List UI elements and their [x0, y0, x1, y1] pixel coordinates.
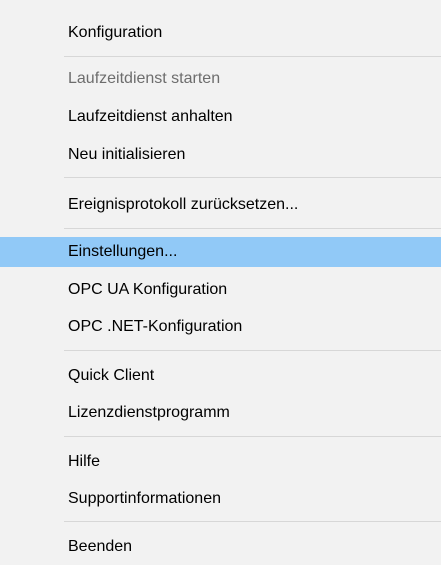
menu-item-neu-initialisieren[interactable]: Neu initialisieren	[0, 140, 441, 170]
menu-separator	[64, 228, 441, 229]
menu-item-einstellungen[interactable]: Einstellungen...	[0, 237, 441, 267]
menu-item-opc-ua-konfiguration[interactable]: OPC UA Konfiguration	[0, 275, 441, 305]
menu-separator	[64, 350, 441, 351]
menu-item-opc-net-konfiguration[interactable]: OPC .NET-Konfiguration	[0, 312, 441, 342]
menu-item-beenden[interactable]: Beenden	[0, 532, 441, 562]
context-menu: Konfiguration Laufzeitdienst starten Lau…	[0, 0, 441, 565]
menu-separator	[64, 56, 441, 57]
menu-separator	[64, 177, 441, 178]
menu-item-supportinformationen[interactable]: Supportinformationen	[0, 484, 441, 514]
menu-item-hilfe[interactable]: Hilfe	[0, 447, 441, 477]
menu-item-quick-client[interactable]: Quick Client	[0, 361, 441, 391]
menu-item-ereignisprotokoll-zuruecksetzen[interactable]: Ereignisprotokoll zurücksetzen...	[0, 190, 441, 220]
menu-item-laufzeitdienst-anhalten[interactable]: Laufzeitdienst anhalten	[0, 102, 441, 132]
menu-item-laufzeitdienst-starten: Laufzeitdienst starten	[68, 70, 221, 87]
menu-separator	[64, 436, 441, 437]
menu-item-lizenzdienstprogramm[interactable]: Lizenzdienstprogramm	[0, 398, 441, 428]
menu-item-konfiguration[interactable]: Konfiguration	[0, 18, 441, 48]
menu-separator	[64, 521, 441, 522]
